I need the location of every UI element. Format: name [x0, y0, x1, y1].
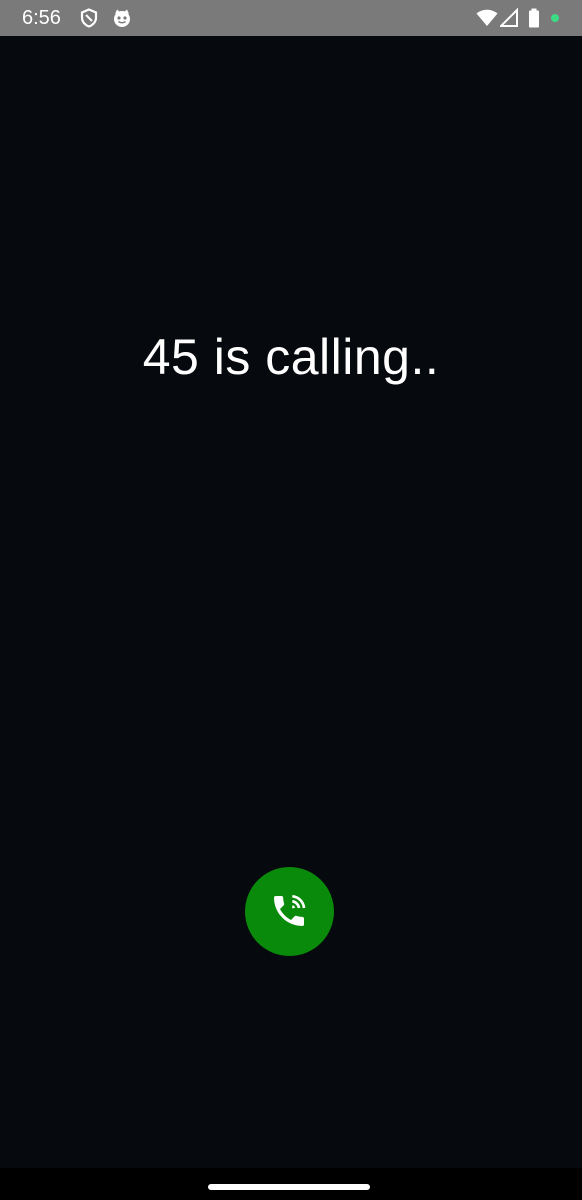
- answer-call-button[interactable]: [245, 867, 334, 956]
- status-bar: 6:56: [0, 0, 582, 36]
- caller-status-text: 45 is calling..: [142, 329, 440, 385]
- home-gesture-handle[interactable]: [208, 1184, 370, 1190]
- incoming-call-screen: 6:56 45 is calling..: [0, 0, 582, 1200]
- status-time: 6:56: [22, 7, 61, 29]
- phone-ringing-icon: [269, 891, 309, 931]
- cat-notification-icon: [112, 8, 132, 28]
- privacy-dot-icon: [550, 8, 560, 28]
- cellular-signal-icon: [500, 8, 518, 28]
- battery-icon: [528, 8, 540, 28]
- navigation-bar: [0, 1168, 582, 1200]
- shield-icon: [79, 8, 99, 28]
- wifi-icon: [476, 8, 498, 28]
